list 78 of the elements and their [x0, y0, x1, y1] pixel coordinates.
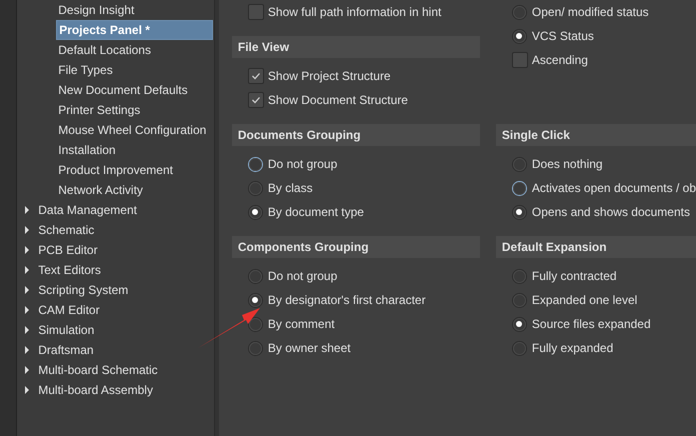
radio-button[interactable]	[512, 6, 526, 18]
expand-arrow-icon[interactable]	[24, 366, 30, 374]
checkbox[interactable]	[248, 92, 264, 108]
section-header: Components Grouping	[232, 236, 480, 258]
option-label: Activates open documents / ob	[532, 181, 696, 195]
radio-button[interactable]	[512, 158, 526, 170]
sidebar-item[interactable]: Draftsman	[38, 343, 94, 357]
radio-button[interactable]	[248, 206, 262, 218]
radio-button[interactable]	[248, 294, 262, 306]
option-label: By document type	[268, 205, 364, 219]
option-label: By owner sheet	[268, 341, 351, 355]
sidebar-item[interactable]: CAM Editor	[38, 303, 100, 317]
sidebar-item[interactable]: Multi-board Assembly	[38, 383, 153, 397]
expand-arrow-icon[interactable]	[24, 306, 30, 314]
radio-button[interactable]	[248, 318, 262, 330]
option-label: Show Project Structure	[268, 69, 391, 83]
expand-arrow-icon[interactable]	[24, 226, 30, 234]
radio-button[interactable]	[248, 270, 262, 282]
option-label: Do not group	[268, 269, 338, 283]
sidebar-item[interactable]: Simulation	[38, 323, 94, 337]
sidebar-item[interactable]: Printer Settings	[56, 100, 213, 120]
sidebar-item[interactable]: Installation	[56, 140, 213, 160]
option-label: By designator's first character	[268, 293, 426, 307]
radio-button[interactable]	[512, 294, 526, 306]
option-label: Fully expanded	[532, 341, 614, 355]
section-header: Single Click	[496, 124, 696, 146]
section-header: Documents Grouping	[232, 124, 480, 146]
radio-button[interactable]	[248, 182, 262, 194]
expand-arrow-icon[interactable]	[24, 266, 30, 274]
checkmark-icon	[250, 95, 261, 105]
sidebar-item[interactable]: Design Insight	[56, 0, 213, 20]
expand-arrow-icon[interactable]	[24, 286, 30, 294]
option-label: Do not group	[268, 157, 338, 171]
option-label: Opens and shows documents	[532, 205, 690, 219]
option-label: By comment	[268, 317, 335, 331]
option-label: By class	[268, 181, 313, 195]
radio-button[interactable]	[512, 318, 526, 330]
option-label: VCS Status	[532, 29, 594, 43]
sidebar-item[interactable]: Network Activity	[56, 180, 213, 200]
checkbox[interactable]	[248, 4, 264, 20]
expand-arrow-icon[interactable]	[24, 206, 30, 214]
radio-button[interactable]	[512, 270, 526, 282]
checkbox[interactable]	[248, 68, 264, 84]
section-header: Default Expansion	[496, 236, 696, 258]
option-label: Open/ modified status	[532, 5, 649, 19]
sidebar-item[interactable]: Product Improvement	[56, 160, 213, 180]
radio-button[interactable]	[248, 158, 262, 170]
sidebar-item[interactable]: Text Editors	[38, 263, 101, 277]
expand-arrow-icon[interactable]	[24, 386, 30, 394]
sidebar-item[interactable]: Mouse Wheel Configuration	[56, 120, 213, 140]
option-label: Does nothing	[532, 157, 603, 171]
radio-button[interactable]	[512, 206, 526, 218]
section-header: File View	[232, 36, 480, 58]
sidebar-item[interactable]: New Document Defaults	[56, 80, 213, 100]
sidebar-item[interactable]: PCB Editor	[38, 243, 98, 257]
checkmark-icon	[250, 71, 261, 81]
sidebar-item[interactable]: Multi-board Schematic	[38, 363, 158, 377]
option-label: Source files expanded	[532, 317, 651, 331]
expand-arrow-icon[interactable]	[24, 246, 30, 254]
sidebar-item[interactable]: Default Locations	[56, 40, 213, 60]
option-label: Expanded one level	[532, 293, 638, 307]
sidebar-item[interactable]: Data Management	[38, 203, 137, 217]
annotation-arrow	[196, 306, 262, 350]
option-label: Show full path information in hint	[268, 5, 442, 19]
expand-arrow-icon[interactable]	[24, 346, 30, 354]
option-label: Show Document Structure	[268, 93, 408, 107]
option-label: Ascending	[532, 53, 588, 67]
radio-button[interactable]	[248, 342, 262, 354]
radio-button[interactable]	[512, 182, 526, 194]
checkbox[interactable]	[512, 52, 528, 68]
sidebar-item[interactable]: Projects Panel *	[56, 20, 213, 40]
radio-button[interactable]	[512, 342, 526, 354]
expand-arrow-icon[interactable]	[24, 326, 30, 334]
option-label: Fully contracted	[532, 269, 617, 283]
sidebar-item[interactable]: File Types	[56, 60, 213, 80]
sidebar-item[interactable]: Schematic	[38, 223, 94, 237]
sidebar-item[interactable]: Scripting System	[38, 283, 128, 297]
radio-button[interactable]	[512, 30, 526, 42]
